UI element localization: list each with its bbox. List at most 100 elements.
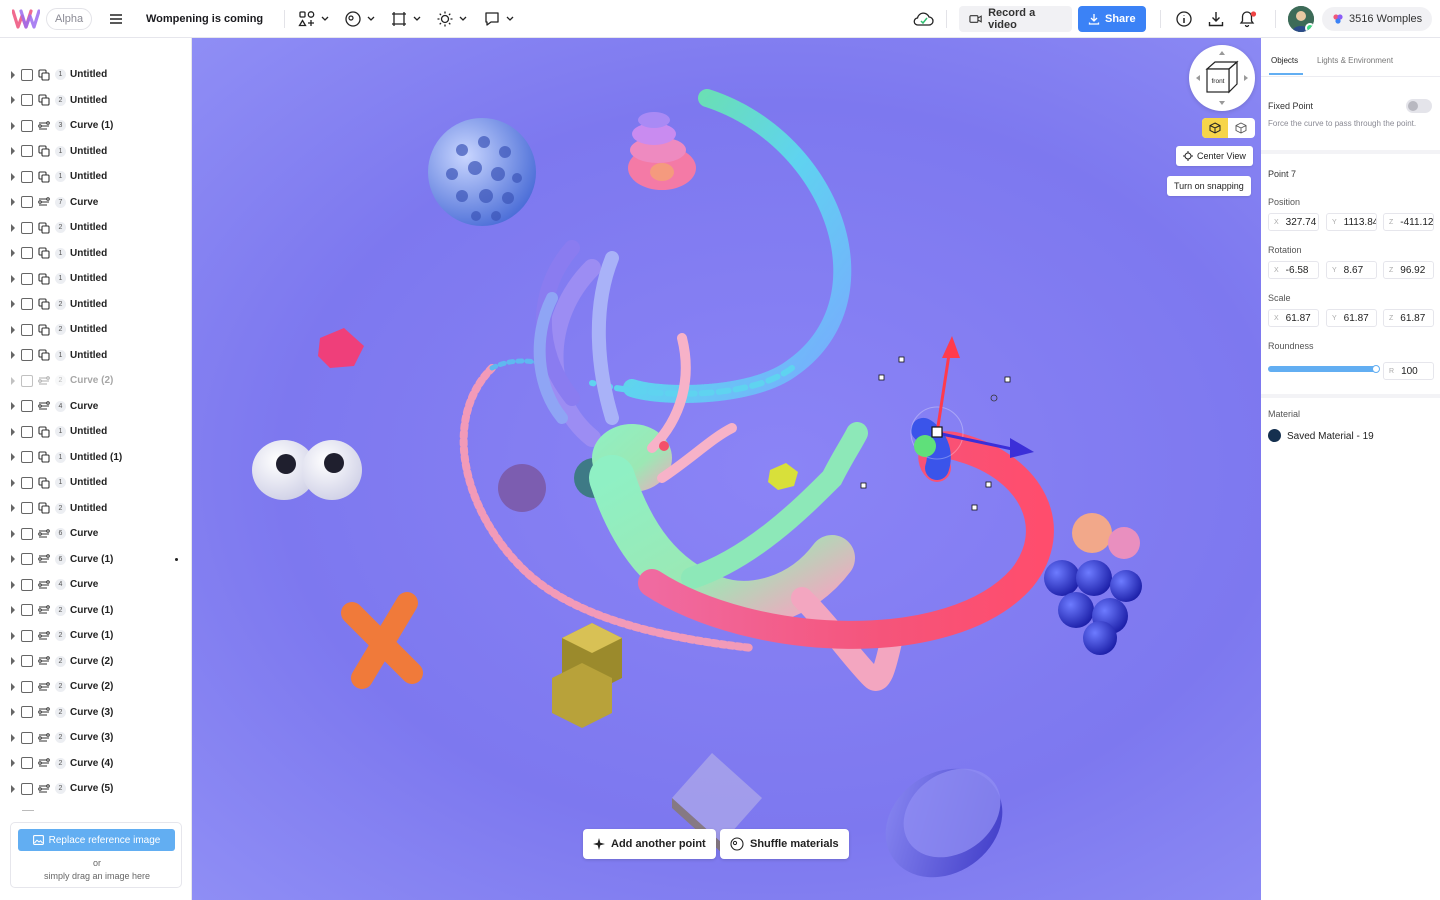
layer-checkbox[interactable]	[21, 527, 33, 540]
scene-canvas[interactable]	[192, 38, 1261, 900]
expand-caret-icon[interactable]	[11, 274, 15, 283]
layer-checkbox[interactable]	[21, 68, 33, 81]
layer-checkbox[interactable]	[21, 476, 33, 489]
info-icon[interactable]	[1175, 0, 1195, 38]
layer-checkbox[interactable]	[21, 400, 33, 412]
expand-caret-icon[interactable]	[11, 223, 15, 232]
expand-caret-icon[interactable]	[11, 555, 15, 563]
layer-row[interactable]: 2 Untitled	[0, 88, 190, 113]
expand-caret-icon[interactable]	[11, 453, 15, 461]
3d-viewport[interactable]: front Center View Turn on snapping Add a…	[192, 38, 1261, 900]
material-name[interactable]: Saved Material - 19	[1287, 431, 1374, 442]
layer-row[interactable]: 3 Curve (1)	[0, 113, 190, 138]
expand-caret-icon[interactable]	[11, 402, 15, 410]
avatar[interactable]	[1288, 6, 1314, 32]
scale-z-field[interactable]: Z 61.87	[1383, 309, 1434, 327]
tab-lights-environment[interactable]: Lights & Environment	[1317, 56, 1393, 65]
layer-row[interactable]: 4 Curve	[0, 572, 190, 597]
snapping-button[interactable]: Turn on snapping	[1167, 176, 1251, 196]
view-cube[interactable]: front	[1189, 45, 1255, 111]
expand-caret-icon[interactable]	[11, 478, 15, 487]
wireframe-view-button[interactable]	[1228, 118, 1254, 138]
notifications-bell-icon[interactable]	[1238, 0, 1260, 38]
layer-checkbox[interactable]	[21, 451, 33, 463]
expand-caret-icon[interactable]	[11, 504, 15, 512]
expand-caret-icon[interactable]	[11, 580, 15, 589]
roundness-slider-knob[interactable]	[1372, 365, 1380, 373]
tab-objects[interactable]: Objects	[1271, 56, 1298, 65]
layer-row[interactable]: 2 Curve (1)	[0, 623, 190, 648]
roundness-field[interactable]: R 100	[1383, 362, 1434, 380]
material-swatch[interactable]	[1268, 429, 1281, 442]
expand-caret-icon[interactable]	[11, 198, 15, 206]
expand-caret-icon[interactable]	[11, 784, 15, 793]
layer-checkbox[interactable]	[21, 349, 33, 361]
expand-caret-icon[interactable]	[11, 606, 15, 614]
expand-caret-icon[interactable]	[11, 427, 15, 436]
layer-row[interactable]: 7 Curve	[0, 190, 190, 215]
comment-tool-button[interactable]	[483, 0, 521, 38]
layer-checkbox[interactable]	[21, 757, 33, 769]
layer-checkbox[interactable]	[21, 502, 33, 514]
layer-checkbox[interactable]	[21, 298, 33, 310]
layer-checkbox[interactable]	[21, 272, 33, 285]
layer-row[interactable]: 2 Curve (2)	[0, 368, 190, 393]
layer-checkbox[interactable]	[21, 680, 33, 693]
layer-checkbox[interactable]	[21, 578, 33, 591]
scale-x-field[interactable]: X 61.87	[1268, 309, 1319, 327]
layer-checkbox[interactable]	[21, 782, 33, 795]
layer-row[interactable]: 2 Curve (2)	[0, 649, 190, 674]
layer-row[interactable]: 4 Curve	[0, 394, 190, 419]
position-z-field[interactable]: Z -411.12	[1383, 213, 1434, 231]
layer-checkbox[interactable]	[21, 119, 33, 132]
expand-caret-icon[interactable]	[11, 121, 15, 130]
layer-row[interactable]: 2 Untitled	[0, 496, 190, 521]
export-download-icon[interactable]	[1207, 0, 1227, 38]
layer-row[interactable]: 1 Untitled (1)	[0, 445, 190, 470]
layer-row[interactable]: 2 Curve (3)	[0, 700, 190, 725]
fixed-point-toggle[interactable]	[1406, 99, 1432, 113]
layer-checkbox[interactable]	[21, 170, 33, 183]
layer-checkbox[interactable]	[21, 706, 33, 718]
expand-caret-icon[interactable]	[11, 631, 15, 640]
rotation-z-field[interactable]: Z 96.92	[1383, 261, 1434, 279]
layer-checkbox[interactable]	[21, 247, 33, 259]
layer-row[interactable]: 6 Curve (1)	[0, 547, 190, 572]
layer-checkbox[interactable]	[21, 629, 33, 642]
layer-row[interactable]: 1 Untitled	[0, 266, 190, 291]
expand-caret-icon[interactable]	[11, 325, 15, 334]
layer-row[interactable]: 2 Untitled	[0, 215, 190, 240]
expand-caret-icon[interactable]	[11, 96, 15, 104]
layer-checkbox[interactable]	[21, 553, 33, 565]
expand-caret-icon[interactable]	[11, 759, 15, 767]
layer-checkbox[interactable]	[21, 196, 33, 208]
layer-row[interactable]: 6 Curve	[0, 521, 190, 546]
expand-caret-icon[interactable]	[11, 147, 15, 155]
scale-y-field[interactable]: Y 61.87	[1326, 309, 1377, 327]
app-logo-icon[interactable]	[12, 0, 42, 38]
solid-view-button[interactable]	[1202, 118, 1228, 138]
womples-counter[interactable]: 3516 Womples	[1322, 7, 1433, 31]
share-button[interactable]: Share	[1078, 6, 1146, 32]
position-y-field[interactable]: Y 1113.84	[1326, 213, 1377, 231]
expand-caret-icon[interactable]	[11, 376, 15, 385]
expand-caret-icon[interactable]	[11, 172, 15, 181]
replace-reference-image-button[interactable]: Replace reference image	[18, 829, 175, 851]
expand-caret-icon[interactable]	[11, 657, 15, 665]
expand-caret-icon[interactable]	[11, 249, 15, 257]
layer-checkbox[interactable]	[21, 374, 33, 387]
layer-checkbox[interactable]	[21, 221, 33, 234]
layer-checkbox[interactable]	[21, 425, 33, 438]
layer-checkbox[interactable]	[21, 323, 33, 336]
menu-icon[interactable]	[106, 0, 126, 38]
expand-caret-icon[interactable]	[11, 300, 15, 308]
expand-caret-icon[interactable]	[11, 682, 15, 691]
shuffle-materials-button[interactable]: Shuffle materials	[720, 829, 849, 859]
record-video-button[interactable]: Record a video	[959, 6, 1072, 32]
expand-caret-icon[interactable]	[11, 70, 15, 79]
roundness-slider[interactable]	[1268, 365, 1380, 373]
materials-tool-button[interactable]	[344, 0, 382, 38]
layer-row[interactable]: 2 Curve (4)	[0, 751, 190, 776]
layer-checkbox[interactable]	[21, 604, 33, 616]
rotation-x-field[interactable]: X -6.58	[1268, 261, 1319, 279]
